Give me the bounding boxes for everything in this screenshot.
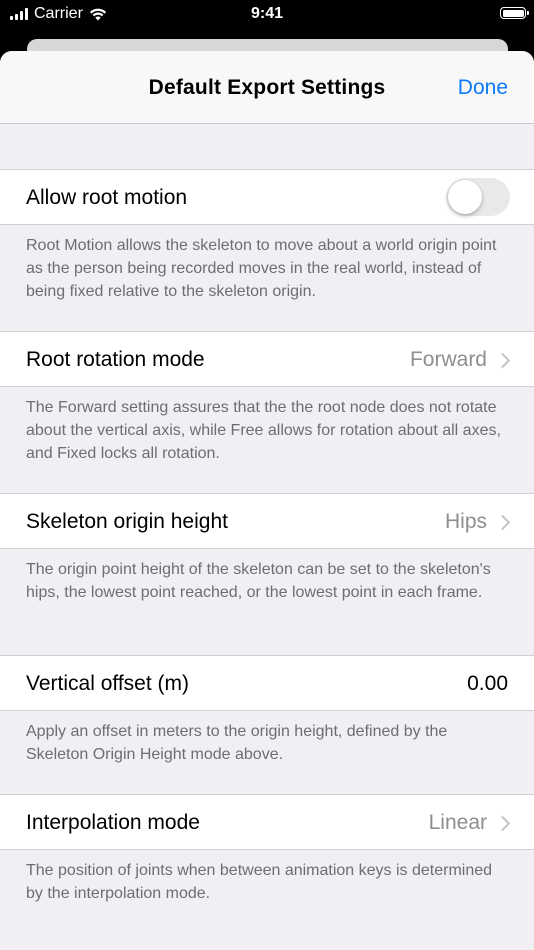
row-label: Interpolation mode [26, 811, 200, 834]
skeleton-origin-height-value: Hips [444, 510, 487, 533]
row-value: Forward [409, 348, 511, 372]
navigation-bar: Default Export Settings Done [0, 51, 534, 124]
chevron-right-icon [494, 815, 511, 831]
root-rotation-mode-value: Forward [409, 348, 487, 371]
done-button[interactable]: Done [458, 76, 508, 100]
allow-root-motion-toggle[interactable] [446, 178, 510, 216]
allow-root-motion-footer: Root Motion allows the skeleton to move … [26, 237, 497, 300]
battery-icon [500, 7, 529, 19]
interpolation-mode-value: Linear [428, 811, 487, 834]
page-title: Default Export Settings [148, 76, 386, 99]
row-value: Linear [428, 811, 511, 835]
settings-sheet: Default Export Settings Done Allow root … [0, 51, 534, 950]
interpolation-mode-footer: The position of joints when between anim… [26, 862, 493, 902]
row-label: Skeleton origin height [26, 510, 228, 533]
vertical-offset-row: Vertical offset (m) 0.00 [0, 655, 534, 711]
row-label: Vertical offset (m) [26, 672, 189, 695]
row-label: Root rotation mode [26, 348, 205, 371]
row-value: Hips [444, 510, 511, 534]
vertical-offset-field[interactable]: 0.00 [467, 672, 508, 696]
interpolation-mode-row[interactable]: Interpolation mode Linear [0, 794, 534, 850]
skeleton-origin-height-footer: The origin point height of the skeleton … [26, 561, 491, 601]
chevron-right-icon [494, 514, 511, 530]
toggle-knob [448, 180, 482, 214]
chevron-right-icon [494, 352, 511, 368]
root-rotation-mode-row[interactable]: Root rotation mode Forward [0, 331, 534, 387]
status-bar: Carrier 9:41 [0, 0, 534, 30]
status-time: 9:41 [250, 5, 284, 22]
root-rotation-mode-footer: The Forward setting assures that the the… [26, 399, 501, 462]
allow-root-motion-row: Allow root motion [0, 169, 534, 225]
skeleton-origin-height-row[interactable]: Skeleton origin height Hips [0, 493, 534, 549]
row-label: Allow root motion [26, 186, 188, 209]
vertical-offset-footer: Apply an offset in meters to the origin … [26, 723, 448, 763]
